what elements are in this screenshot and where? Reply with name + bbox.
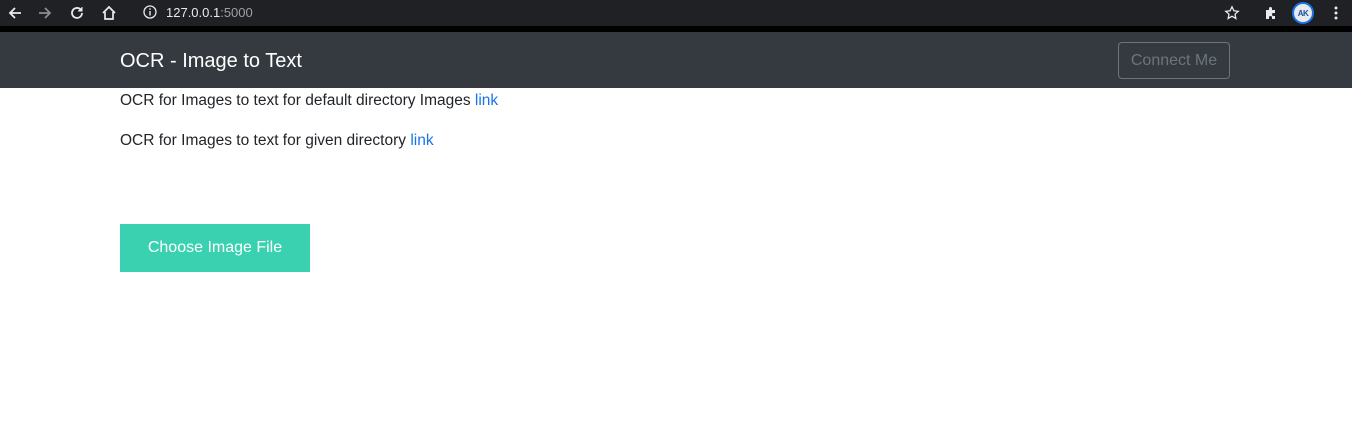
navbar: OCR - Image to Text Connect Me — [0, 32, 1352, 88]
url-port: :5000 — [220, 5, 253, 20]
back-arrow-icon — [8, 7, 21, 19]
extensions-button[interactable] — [1258, 0, 1284, 26]
given-directory-text: OCR for Images to text for given directo… — [120, 131, 434, 151]
back-button[interactable] — [2, 0, 28, 26]
url-text[interactable]: 127.0.0.1:5000 — [166, 5, 253, 21]
forward-button[interactable] — [32, 0, 58, 26]
address-bar[interactable] — [132, 0, 1250, 26]
avatar-initials: AK — [1297, 8, 1309, 18]
navbar-brand[interactable]: OCR - Image to Text — [120, 49, 302, 73]
profile-avatar[interactable]: AK — [1292, 2, 1314, 24]
forward-arrow-icon — [39, 7, 52, 19]
default-directory-label: OCR for Images to text for default direc… — [120, 92, 475, 109]
bookmark-button[interactable] — [1219, 0, 1245, 26]
reload-icon — [71, 7, 83, 19]
site-info-icon[interactable] — [142, 4, 158, 20]
connect-me-button[interactable]: Connect Me — [1118, 42, 1230, 79]
home-button[interactable] — [96, 0, 122, 26]
url-host: 127.0.0.1 — [166, 5, 221, 20]
default-directory-link[interactable]: link — [475, 92, 498, 109]
choose-image-file-button[interactable]: Choose Image File — [120, 224, 310, 272]
reload-button[interactable] — [64, 0, 90, 26]
default-directory-text: OCR for Images to text for default direc… — [120, 91, 498, 111]
star-icon — [1224, 5, 1240, 20]
given-directory-label: OCR for Images to text for given directo… — [120, 132, 411, 149]
kebab-menu-icon — [1334, 6, 1338, 20]
puzzle-icon — [1266, 7, 1275, 19]
browser-menu-button[interactable] — [1323, 0, 1349, 26]
browser-toolbar: 127.0.0.1:5000 AK — [0, 0, 1352, 26]
given-directory-link[interactable]: link — [410, 132, 433, 149]
home-icon — [102, 5, 116, 20]
